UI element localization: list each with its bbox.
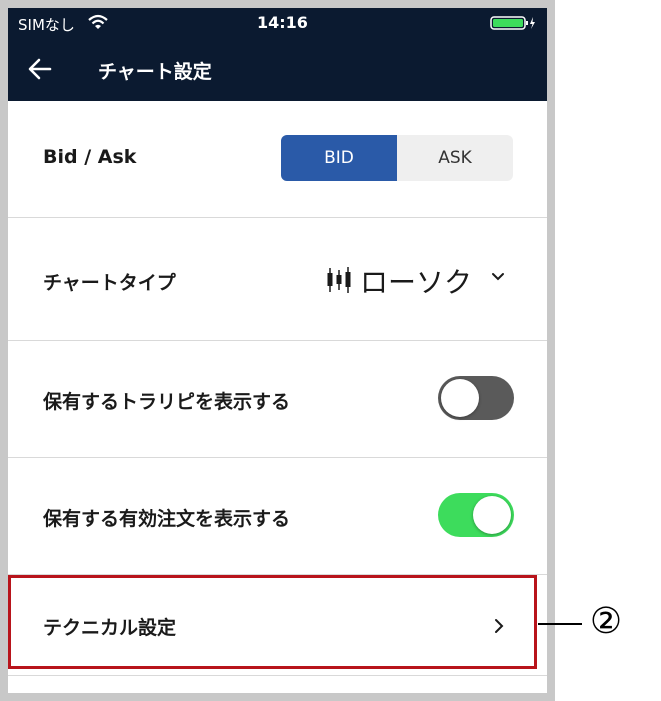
candlestick-icon <box>327 267 351 293</box>
bid-ask-row: Bid / Ask BID ASK <box>8 101 547 218</box>
bid-button[interactable]: BID <box>281 135 397 181</box>
show-positions-label: 保有するトラリピを表示する <box>43 391 291 413</box>
show-positions-row: 保有するトラリピを表示する <box>8 341 547 458</box>
wifi-icon <box>88 14 108 29</box>
status-bar: SIMなし 14:16 <box>8 8 547 38</box>
back-arrow-icon[interactable] <box>28 58 52 80</box>
battery-icon <box>490 16 535 30</box>
carrier-label: SIMなし <box>18 16 75 34</box>
chart-type-value: ローソク <box>360 266 473 299</box>
show-orders-row: 保有する有効注文を表示する <box>8 458 547 575</box>
show-orders-label: 保有する有効注文を表示する <box>43 508 291 530</box>
chevron-down-icon <box>492 273 504 281</box>
show-positions-toggle[interactable] <box>438 376 514 420</box>
toggle-knob <box>473 496 511 534</box>
clock: 14:16 <box>257 13 308 32</box>
toggle-knob <box>441 379 479 417</box>
callout-number: ② <box>589 601 623 642</box>
show-orders-toggle[interactable] <box>438 493 514 537</box>
chart-type-row[interactable]: チャートタイプ ローソク <box>8 218 547 341</box>
bid-ask-label: Bid / Ask <box>43 146 137 168</box>
ask-button[interactable]: ASK <box>397 135 513 181</box>
bid-ask-segmented-control: BID ASK <box>281 135 513 181</box>
nav-bar: チャート設定 <box>8 38 547 101</box>
callout-line <box>538 623 582 625</box>
highlight-box <box>8 575 537 669</box>
page-title: チャート設定 <box>98 61 212 83</box>
chart-type-label: チャートタイプ <box>43 272 176 294</box>
